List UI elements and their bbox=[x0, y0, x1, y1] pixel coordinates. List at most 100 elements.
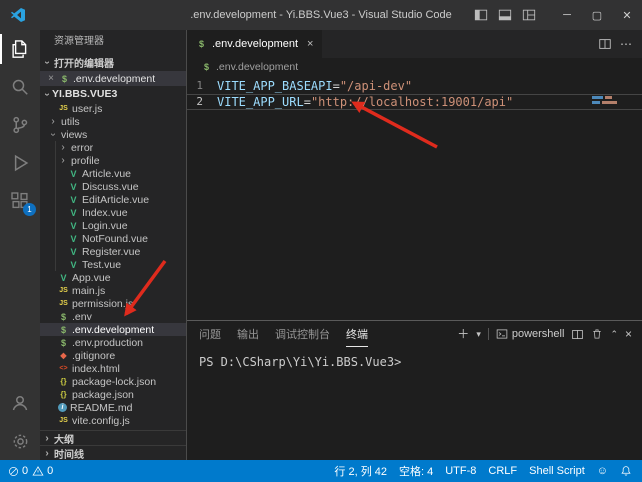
chevron-right-icon: › bbox=[42, 433, 52, 444]
encoding[interactable]: UTF-8 bbox=[445, 465, 476, 477]
project-root-header[interactable]: › YI.BBS.VUE3 bbox=[40, 86, 186, 102]
vue-file-icon: V bbox=[68, 220, 79, 231]
tree-item-views[interactable]: ›views bbox=[40, 128, 186, 141]
line-content: VITE_APP_URL="http://localhost:19001/api… bbox=[217, 94, 513, 110]
code-line-2[interactable]: 2VITE_APP_URL="http://localhost:19001/ap… bbox=[187, 94, 642, 110]
tree-item-Article.vue[interactable]: VArticle.vue bbox=[40, 167, 186, 180]
tree-item-label: profile bbox=[71, 155, 100, 167]
timeline-section[interactable]: › 时间线 bbox=[40, 445, 186, 460]
folder-collapsed-icon: › bbox=[58, 155, 68, 166]
tree-item-main.js[interactable]: JSmain.js bbox=[40, 284, 186, 297]
sidebar-bottom-sections: › 大纲 › 时间线 bbox=[40, 430, 186, 460]
feedback-smiley-icon[interactable]: ☺ bbox=[597, 465, 608, 477]
errors-indicator[interactable]: 0 bbox=[8, 465, 28, 477]
tree-item-label: README.md bbox=[70, 402, 132, 414]
minimap-mark bbox=[602, 101, 617, 104]
vue-file-icon: V bbox=[68, 233, 79, 244]
tree-item-.gitignore[interactable]: ◆.gitignore bbox=[40, 349, 186, 362]
tree-item-README.md[interactable]: iREADME.md bbox=[40, 401, 186, 414]
maximize-button[interactable]: ▢ bbox=[582, 0, 612, 30]
tree-item-user.js[interactable]: JSuser.js bbox=[40, 102, 186, 115]
language-mode[interactable]: Shell Script bbox=[529, 465, 585, 477]
tree-item-Test.vue[interactable]: VTest.vue bbox=[40, 258, 186, 271]
minimap[interactable] bbox=[592, 96, 628, 106]
tree-item-App.vue[interactable]: VApp.vue bbox=[40, 271, 186, 284]
customize-layout-icon[interactable] bbox=[522, 8, 536, 22]
indentation[interactable]: 空格: 4 bbox=[399, 463, 433, 479]
minimize-button[interactable]: ─ bbox=[552, 0, 582, 30]
tree-item-package.json[interactable]: {}package.json bbox=[40, 388, 186, 401]
tree-item-.env[interactable]: $.env bbox=[40, 310, 186, 323]
folder-expanded-icon: › bbox=[48, 130, 59, 140]
tree-item-permission.js[interactable]: JSpermission.js bbox=[40, 297, 186, 310]
tree-item-Index.vue[interactable]: VIndex.vue bbox=[40, 206, 186, 219]
info-file-icon: i bbox=[58, 403, 67, 412]
extensions-icon[interactable]: 1 bbox=[0, 182, 40, 220]
tree-item-index.html[interactable]: <>index.html bbox=[40, 362, 186, 375]
run-debug-icon[interactable] bbox=[0, 144, 40, 182]
tree-item-utils[interactable]: ›utils bbox=[40, 115, 186, 128]
tree-item-.env.production[interactable]: $.env.production bbox=[40, 336, 186, 349]
tree-item-profile[interactable]: ›profile bbox=[40, 154, 186, 167]
source-control-icon[interactable] bbox=[0, 106, 40, 144]
tree-item-.env.development[interactable]: $.env.development bbox=[40, 323, 186, 336]
panel-tabs: 问题输出调试控制台终端 bbox=[199, 321, 384, 347]
kill-terminal-icon[interactable] bbox=[591, 328, 603, 340]
terminal-icon bbox=[496, 328, 508, 340]
tree-item-EditArticle.vue[interactable]: VEditArticle.vue bbox=[40, 193, 186, 206]
close-panel-icon[interactable]: × bbox=[625, 328, 632, 340]
close-button[interactable]: ✕ bbox=[612, 0, 642, 30]
editor-area: $ .env.development × ⋯ $ .env.developmen… bbox=[186, 30, 642, 460]
tree-item-Discuss.vue[interactable]: VDiscuss.vue bbox=[40, 180, 186, 193]
minimap-mark bbox=[592, 101, 600, 104]
split-terminal-icon[interactable] bbox=[571, 328, 584, 341]
breadcrumb[interactable]: $ .env.development bbox=[187, 58, 642, 76]
account-icon[interactable] bbox=[0, 384, 40, 422]
code-line-1[interactable]: 1VITE_APP_BASEAPI="/api-dev" bbox=[187, 78, 642, 94]
chevron-right-icon: › bbox=[42, 448, 52, 459]
panel-tab-调试控制台[interactable]: 调试控制台 bbox=[275, 321, 330, 347]
terminal-output[interactable]: PS D:\CSharp\Yi\Yi.BBS.Vue3> bbox=[187, 347, 642, 369]
maximize-panel-icon[interactable]: ⌃ bbox=[610, 330, 618, 339]
tree-item-label: error bbox=[71, 142, 93, 154]
more-actions-icon[interactable]: ⋯ bbox=[620, 38, 632, 50]
notifications-bell-icon[interactable] bbox=[620, 465, 632, 477]
tree-item-Register.vue[interactable]: VRegister.vue bbox=[40, 245, 186, 258]
tree-item-label: package-lock.json bbox=[72, 376, 156, 388]
tree-item-label: Test.vue bbox=[82, 259, 121, 271]
vue-file-icon: V bbox=[68, 181, 79, 192]
new-terminal-icon[interactable]: ＋ bbox=[457, 328, 469, 340]
sidebar-title: 资源管理器 bbox=[40, 30, 186, 54]
outline-section[interactable]: › 大纲 bbox=[40, 430, 186, 445]
tab-env-development[interactable]: $ .env.development × bbox=[187, 30, 323, 58]
toggle-panel-icon[interactable] bbox=[498, 8, 512, 22]
search-icon[interactable] bbox=[0, 68, 40, 106]
close-editor-icon[interactable]: × bbox=[46, 73, 56, 84]
tree-item-label: Index.vue bbox=[82, 207, 128, 219]
panel-tab-输出[interactable]: 输出 bbox=[237, 321, 259, 347]
warnings-indicator[interactable]: 0 bbox=[32, 465, 53, 477]
panel-tab-终端[interactable]: 终端 bbox=[346, 321, 368, 347]
explorer-sidebar: 资源管理器 › 打开的编辑器 × $ .env.development › YI… bbox=[40, 30, 186, 460]
cursor-position[interactable]: 行 2, 列 42 bbox=[334, 463, 387, 479]
settings-gear-icon[interactable] bbox=[0, 422, 40, 460]
js-file-icon: JS bbox=[58, 298, 69, 309]
tree-item-vite.config.js[interactable]: JSvite.config.js bbox=[40, 414, 186, 427]
open-editors-header[interactable]: › 打开的编辑器 bbox=[40, 54, 186, 71]
split-editor-icon[interactable] bbox=[598, 37, 612, 51]
explorer-icon[interactable] bbox=[0, 30, 40, 68]
eol-sequence[interactable]: CRLF bbox=[488, 465, 517, 477]
tree-item-NotFound.vue[interactable]: VNotFound.vue bbox=[40, 232, 186, 245]
tree-item-Login.vue[interactable]: VLogin.vue bbox=[40, 219, 186, 232]
toggle-sidebar-icon[interactable] bbox=[474, 8, 488, 22]
panel-tab-问题[interactable]: 问题 bbox=[199, 321, 221, 347]
tab-close-icon[interactable]: × bbox=[307, 38, 313, 50]
open-editor-label: .env.development bbox=[73, 73, 155, 85]
shell-selector[interactable]: powershell bbox=[496, 328, 565, 340]
tab-label: .env.development bbox=[212, 38, 298, 50]
code-editor[interactable]: 1VITE_APP_BASEAPI="/api-dev"2VITE_APP_UR… bbox=[187, 76, 642, 110]
tree-item-error[interactable]: ›error bbox=[40, 141, 186, 154]
tree-item-package-lock.json[interactable]: {}package-lock.json bbox=[40, 375, 186, 388]
terminal-dropdown-icon[interactable]: ▾ bbox=[476, 330, 481, 339]
open-editor-item[interactable]: × $ .env.development bbox=[40, 71, 186, 86]
